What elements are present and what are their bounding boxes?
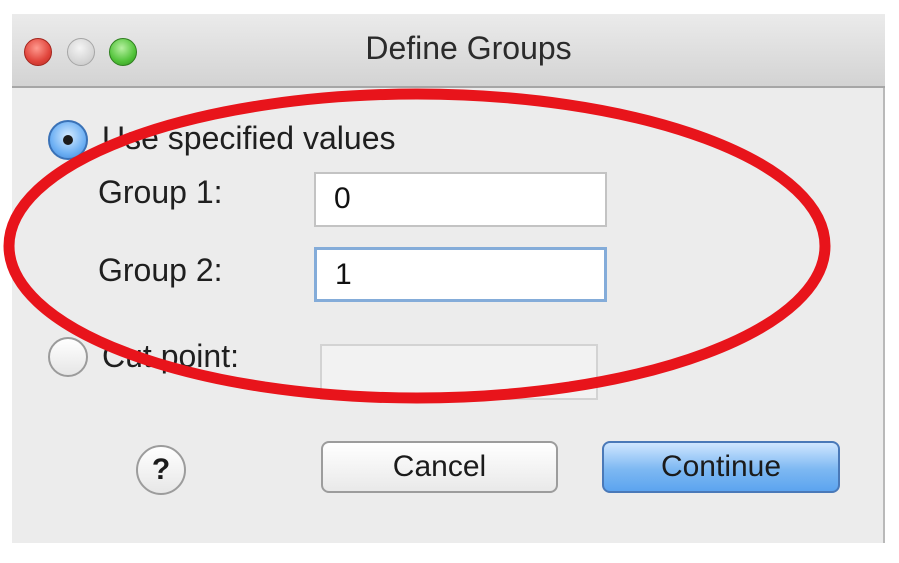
title-bar[interactable]: Define Groups [12,14,885,88]
cut-point-radio[interactable] [48,337,88,377]
cut-point-label: Cut point: [102,338,239,374]
help-button[interactable]: ? [136,445,186,495]
window-title: Define Groups [365,30,572,66]
screenshot-stage: Define Groups Use specified values Group… [0,0,899,563]
continue-button[interactable]: Continue [602,441,840,493]
group-1-input[interactable]: 0 [314,172,607,227]
group-2-label: Group 2: [98,252,223,288]
use-specified-values-label: Use specified values [102,120,396,156]
group-2-input[interactable]: 1 [314,247,607,302]
cut-point-input[interactable] [320,344,598,400]
define-groups-dialog: Define Groups Use specified values Group… [12,14,885,543]
use-specified-values-radio[interactable] [48,120,88,160]
cancel-button[interactable]: Cancel [321,441,558,493]
group-1-label: Group 1: [98,174,223,210]
